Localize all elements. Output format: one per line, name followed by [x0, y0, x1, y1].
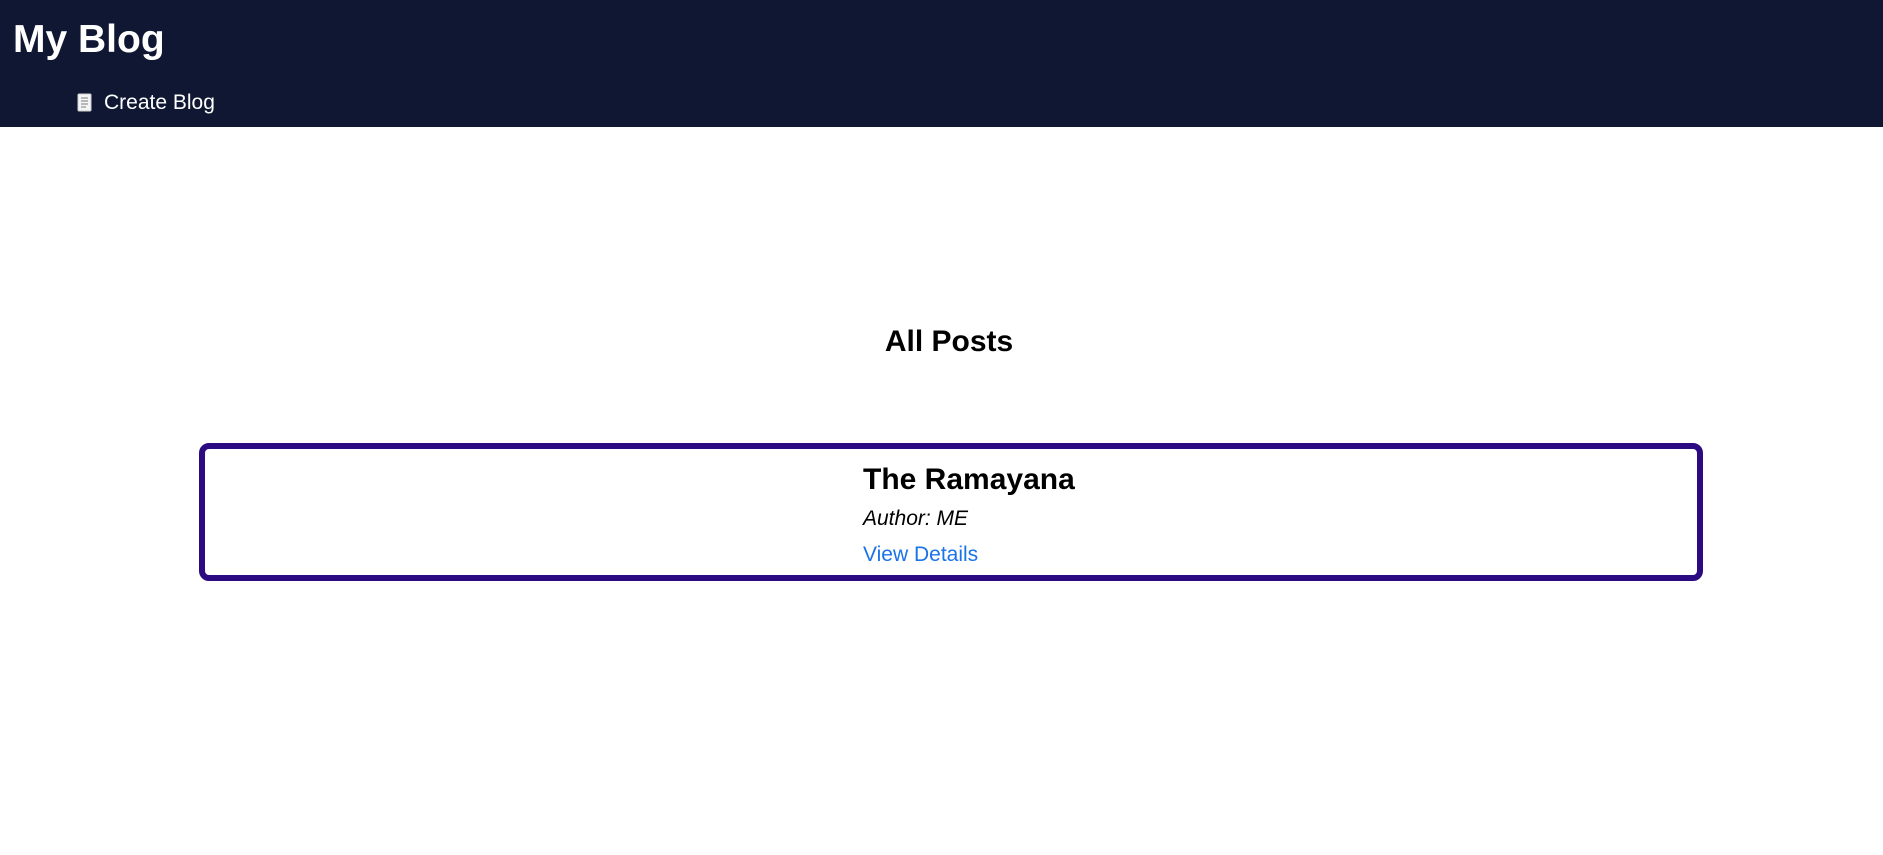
create-blog-link[interactable]: Create Blog	[76, 89, 215, 117]
page-heading: All Posts	[884, 325, 1014, 358]
view-details-link[interactable]: View Details	[863, 541, 978, 569]
site-title: My Blog	[13, 18, 165, 61]
create-blog-label: Create Blog	[104, 91, 215, 114]
post-author: Author: ME	[863, 507, 969, 530]
site-header: My Blog Create Blog	[0, 0, 1883, 127]
document-icon	[77, 93, 92, 112]
post-title: The Ramayana	[863, 463, 1075, 496]
post-card: The Ramayana Author: ME View Details	[199, 443, 1703, 581]
